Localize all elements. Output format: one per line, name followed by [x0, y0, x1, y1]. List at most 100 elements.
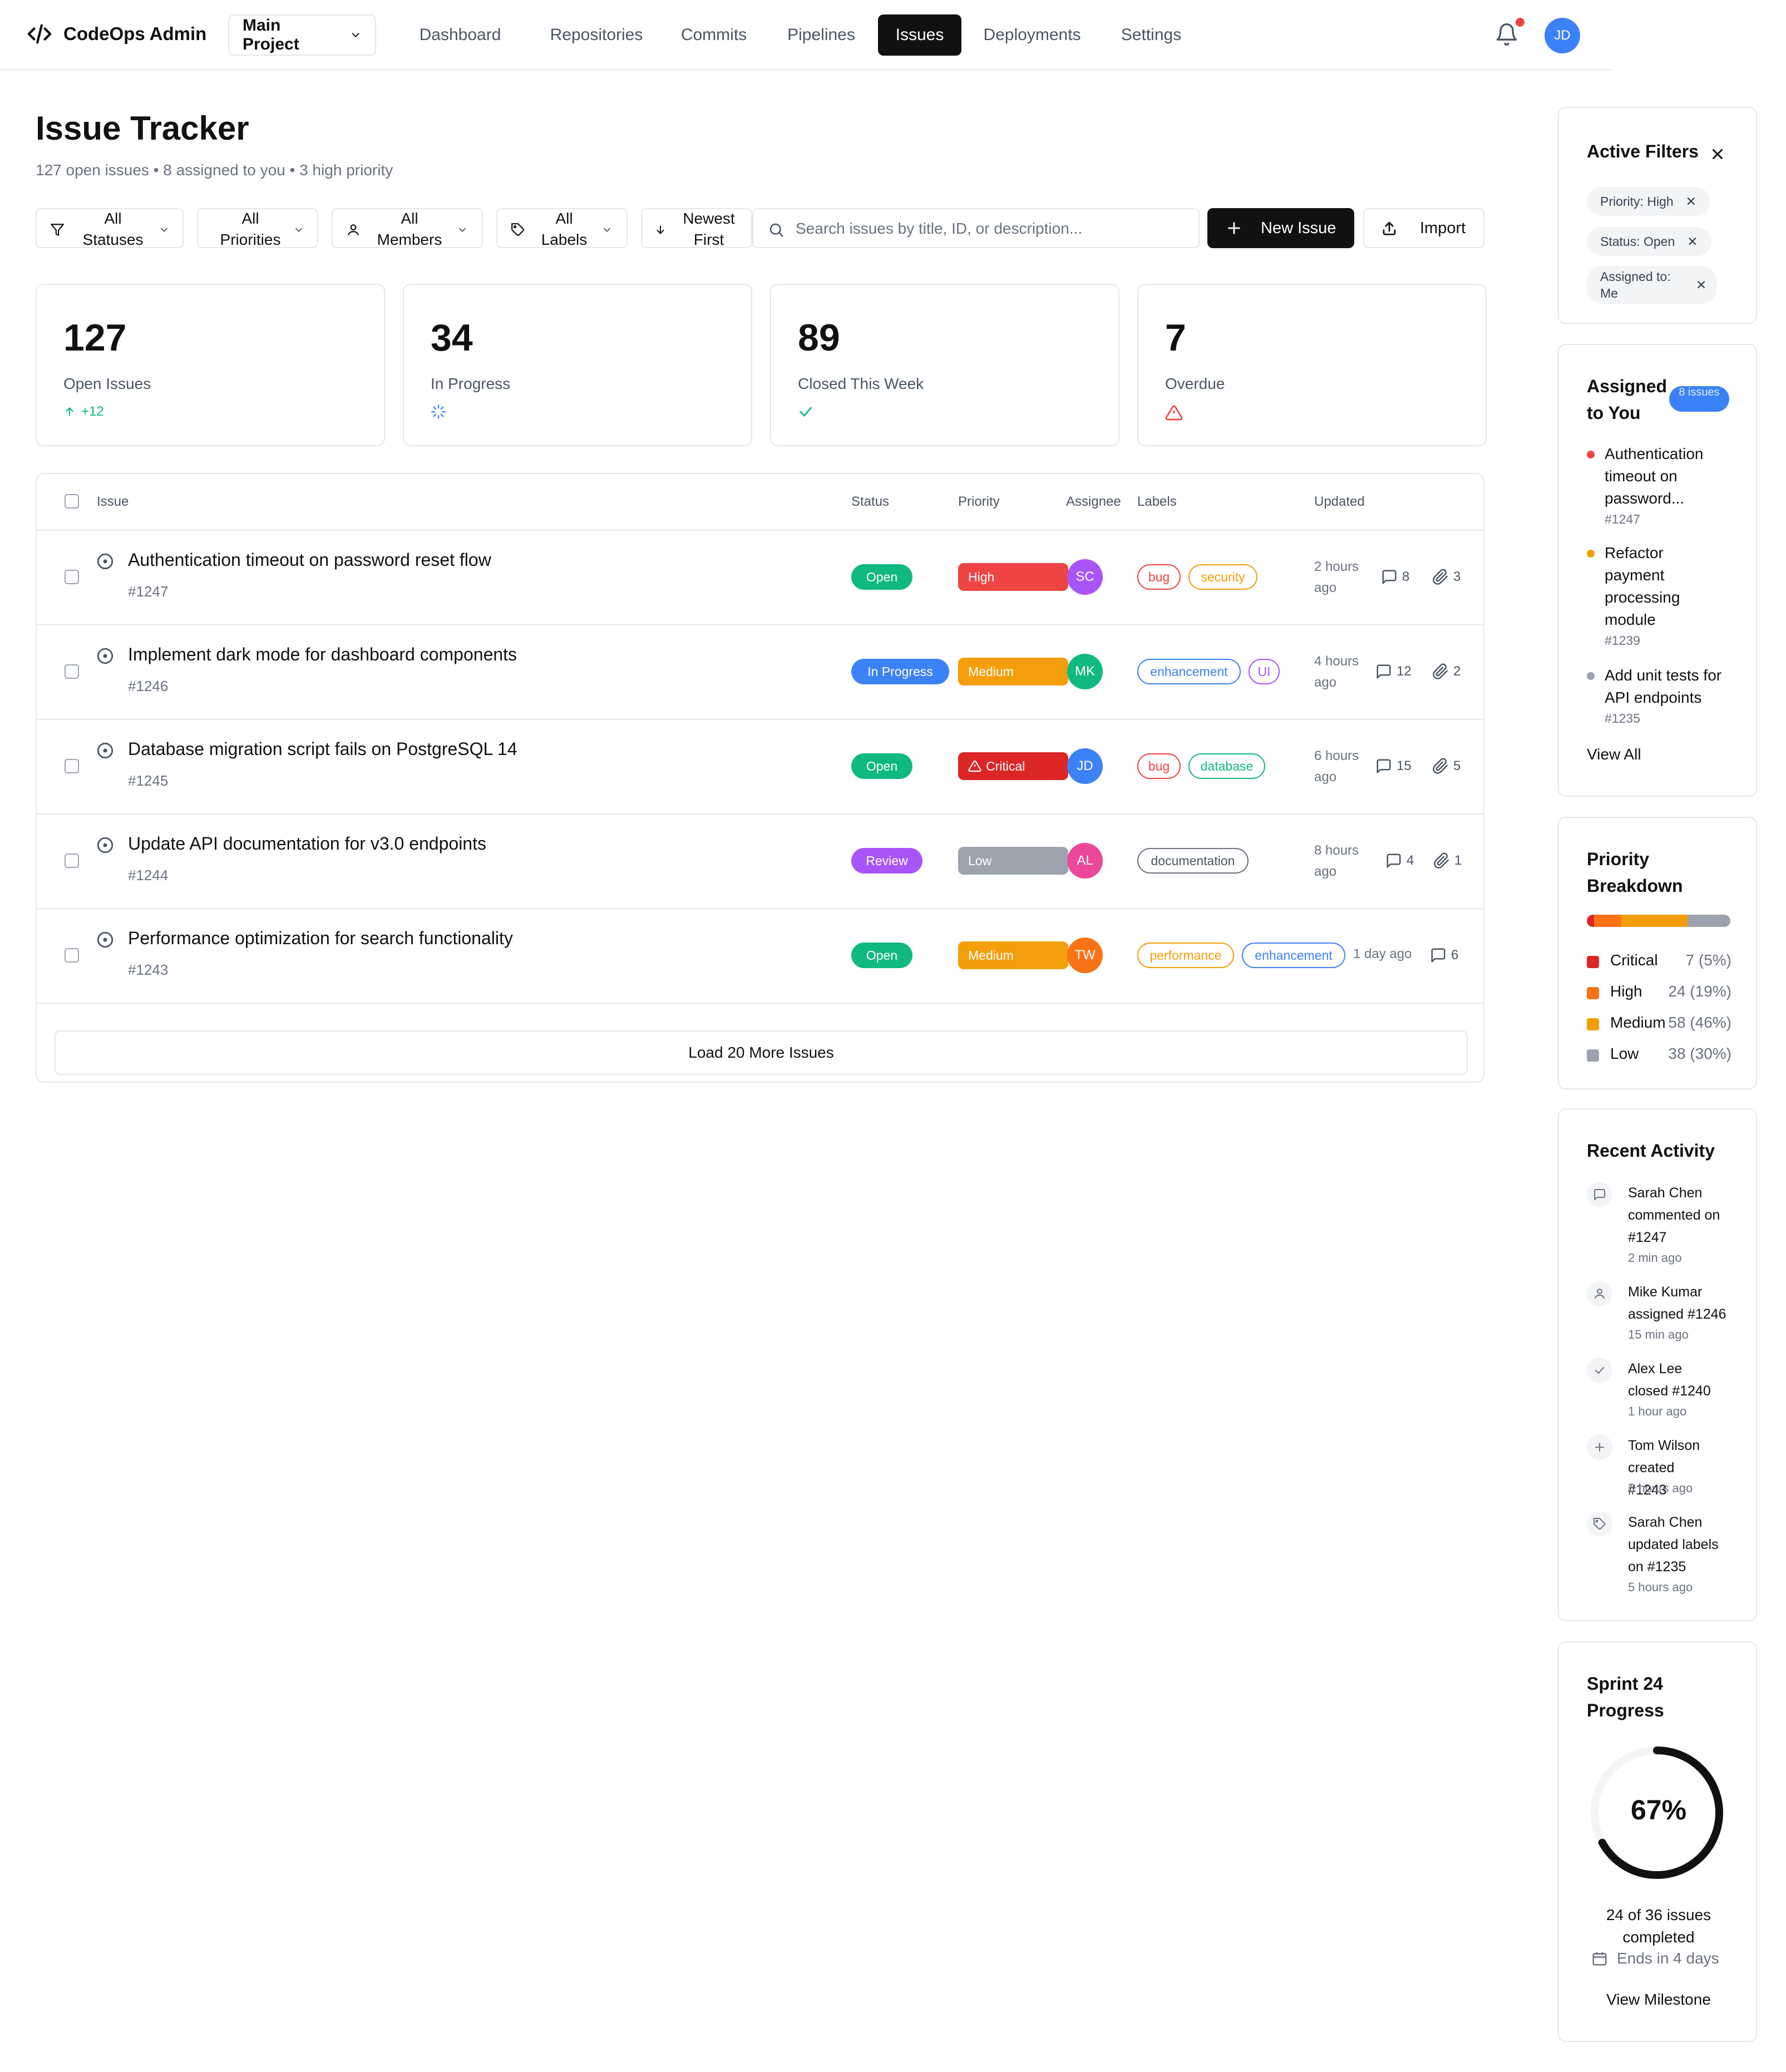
label-tag[interactable]: bug: [1137, 753, 1181, 779]
tab-issues[interactable]: Issues: [878, 14, 961, 56]
comment-count[interactable]: 8: [1381, 569, 1409, 585]
column-assignee[interactable]: Assignee: [1066, 494, 1121, 510]
tab-pipelines[interactable]: Pipelines: [773, 14, 869, 56]
active-filters-title: Active Filters: [1587, 141, 1699, 161]
stat-indicator: [431, 404, 446, 420]
close-icon[interactable]: ✕: [1686, 194, 1696, 209]
close-icon[interactable]: ✕: [1687, 234, 1698, 249]
issue-open-icon: [97, 553, 114, 570]
row-checkbox[interactable]: [65, 854, 79, 868]
row-checkbox[interactable]: [65, 570, 79, 584]
issue-title[interactable]: Performance optimization for search func…: [128, 928, 513, 949]
label-tag[interactable]: UI: [1249, 659, 1280, 684]
activity-item[interactable]: Sarah Chen commented on #1247 2 min ago: [1587, 1182, 1748, 1265]
assignee-avatar[interactable]: TW: [1067, 938, 1103, 973]
label-tag[interactable]: enhancement: [1137, 659, 1241, 684]
assigned-item[interactable]: Refactor payment processing module #1239: [1587, 542, 1743, 648]
tab-settings[interactable]: Settings: [1111, 14, 1192, 56]
members-filter[interactable]: All Members: [332, 208, 483, 248]
column-labels[interactable]: Labels: [1137, 494, 1177, 510]
issue-title[interactable]: Implement dark mode for dashboard compon…: [128, 644, 517, 665]
issue-title[interactable]: Update API documentation for v3.0 endpoi…: [128, 833, 486, 854]
assignee-avatar[interactable]: SC: [1067, 559, 1103, 595]
activity-item[interactable]: Sarah Chen updated labels on #1235 5 hou…: [1587, 1511, 1748, 1595]
attachment-count-value: 3: [1453, 569, 1461, 584]
attachment-count[interactable]: 3: [1432, 569, 1461, 585]
filter-chip[interactable]: Status: Open ✕: [1587, 227, 1711, 256]
tab-repositories[interactable]: Repositories: [537, 14, 655, 56]
assignee-avatar[interactable]: MK: [1067, 654, 1103, 689]
comment-count[interactable]: 4: [1385, 852, 1414, 869]
tab-commits[interactable]: Commits: [672, 14, 756, 56]
label-tag[interactable]: enhancement: [1242, 943, 1345, 968]
view-milestone-link[interactable]: View Milestone: [1559, 1991, 1758, 2009]
priority-value: 7 (5%): [1685, 951, 1731, 969]
bell-icon[interactable]: [1494, 22, 1519, 47]
activity-time: 15 min ago: [1628, 1328, 1689, 1341]
status-filter[interactable]: All Statuses: [36, 208, 184, 248]
select-all-checkbox[interactable]: [65, 494, 79, 509]
label-tag[interactable]: security: [1188, 564, 1257, 590]
label-tag[interactable]: documentation: [1137, 848, 1249, 874]
assigned-item[interactable]: Authentication timeout on password... #1…: [1587, 443, 1743, 526]
view-all-link[interactable]: View All: [1587, 746, 1641, 763]
sort-button[interactable]: Newest First: [641, 208, 752, 248]
assignee-avatar[interactable]: AL: [1067, 843, 1103, 879]
label-tag[interactable]: database: [1188, 753, 1265, 779]
status-filter-label: All Statuses: [82, 210, 144, 248]
table-row[interactable]: Database migration script fails on Postg…: [37, 720, 1483, 815]
attachment-count[interactable]: 2: [1432, 663, 1461, 680]
chevron-down-icon: [603, 228, 611, 233]
activity-item[interactable]: Tom Wilson created #1243 3 hours ago: [1587, 1434, 1748, 1498]
issues-table: Issue Status Priority Assignee Labels Up…: [36, 473, 1484, 1083]
table-row[interactable]: Implement dark mode for dashboard compon…: [37, 625, 1483, 720]
column-status[interactable]: Status: [851, 494, 889, 510]
labels-filter[interactable]: All Labels: [496, 208, 628, 248]
tab-deployments[interactable]: Deployments: [974, 14, 1091, 56]
priority-label: High: [968, 569, 995, 584]
stat-label: Overdue: [1165, 375, 1225, 392]
comment-count[interactable]: 6: [1430, 947, 1458, 964]
close-icon[interactable]: ✕: [1696, 278, 1706, 293]
row-checkbox[interactable]: [65, 664, 79, 679]
comment-count[interactable]: 12: [1375, 663, 1412, 680]
activity-item[interactable]: Mike Kumar assigned #1246 15 min ago: [1587, 1281, 1748, 1342]
search-input[interactable]: [796, 215, 1185, 243]
label-tag[interactable]: bug: [1137, 564, 1181, 590]
new-issue-button[interactable]: New Issue: [1207, 208, 1354, 248]
table-row[interactable]: Performance optimization for search func…: [37, 909, 1483, 1004]
tab-dashboard[interactable]: Dashboard: [413, 14, 507, 56]
priority-filter[interactable]: All Priorities: [197, 208, 318, 248]
load-more-button[interactable]: Load 20 More Issues: [55, 1030, 1468, 1075]
activity-item[interactable]: Alex Lee closed #1240 1 hour ago: [1587, 1358, 1748, 1419]
priority-badge: Low: [958, 847, 1068, 875]
issue-title[interactable]: Authentication timeout on password reset…: [128, 550, 491, 570]
assignee-avatar[interactable]: JD: [1067, 748, 1103, 784]
filter-chip[interactable]: Assigned to: Me ✕: [1587, 266, 1717, 304]
issue-open-icon: [97, 837, 114, 854]
row-checkbox[interactable]: [65, 759, 79, 773]
comment-icon: [1587, 1182, 1612, 1207]
row-checkbox[interactable]: [65, 948, 79, 963]
label-tag[interactable]: performance: [1137, 943, 1234, 968]
column-updated[interactable]: Updated: [1314, 494, 1365, 510]
top-navigation: CodeOps Admin Main Project Dashboard Rep…: [0, 0, 1611, 70]
issue-title[interactable]: Database migration script fails on Postg…: [128, 739, 517, 759]
column-issue[interactable]: Issue: [97, 494, 129, 510]
priority-row-medium: Medium 58 (46%): [1587, 1013, 1731, 1035]
column-priority[interactable]: Priority: [958, 494, 1000, 510]
sprint-summary: 24 of 36 issues completed: [1606, 1906, 1711, 1946]
user-avatar[interactable]: JD: [1545, 18, 1580, 53]
import-button[interactable]: Import: [1363, 208, 1484, 248]
comment-count[interactable]: 15: [1375, 758, 1412, 774]
assigned-item[interactable]: Add unit tests for API endpoints #1235: [1587, 664, 1743, 726]
table-row[interactable]: Update API documentation for v3.0 endpoi…: [37, 815, 1483, 909]
table-row[interactable]: Authentication timeout on password reset…: [37, 531, 1483, 625]
comment-count-value: 6: [1451, 948, 1459, 963]
close-icon[interactable]: [1709, 146, 1726, 162]
attachment-count[interactable]: 1: [1433, 852, 1462, 869]
filter-icon: [51, 224, 64, 236]
attachment-count[interactable]: 5: [1432, 758, 1461, 774]
priority-bar-segment: [1621, 915, 1688, 927]
filter-chip[interactable]: Priority: High ✕: [1587, 187, 1710, 216]
